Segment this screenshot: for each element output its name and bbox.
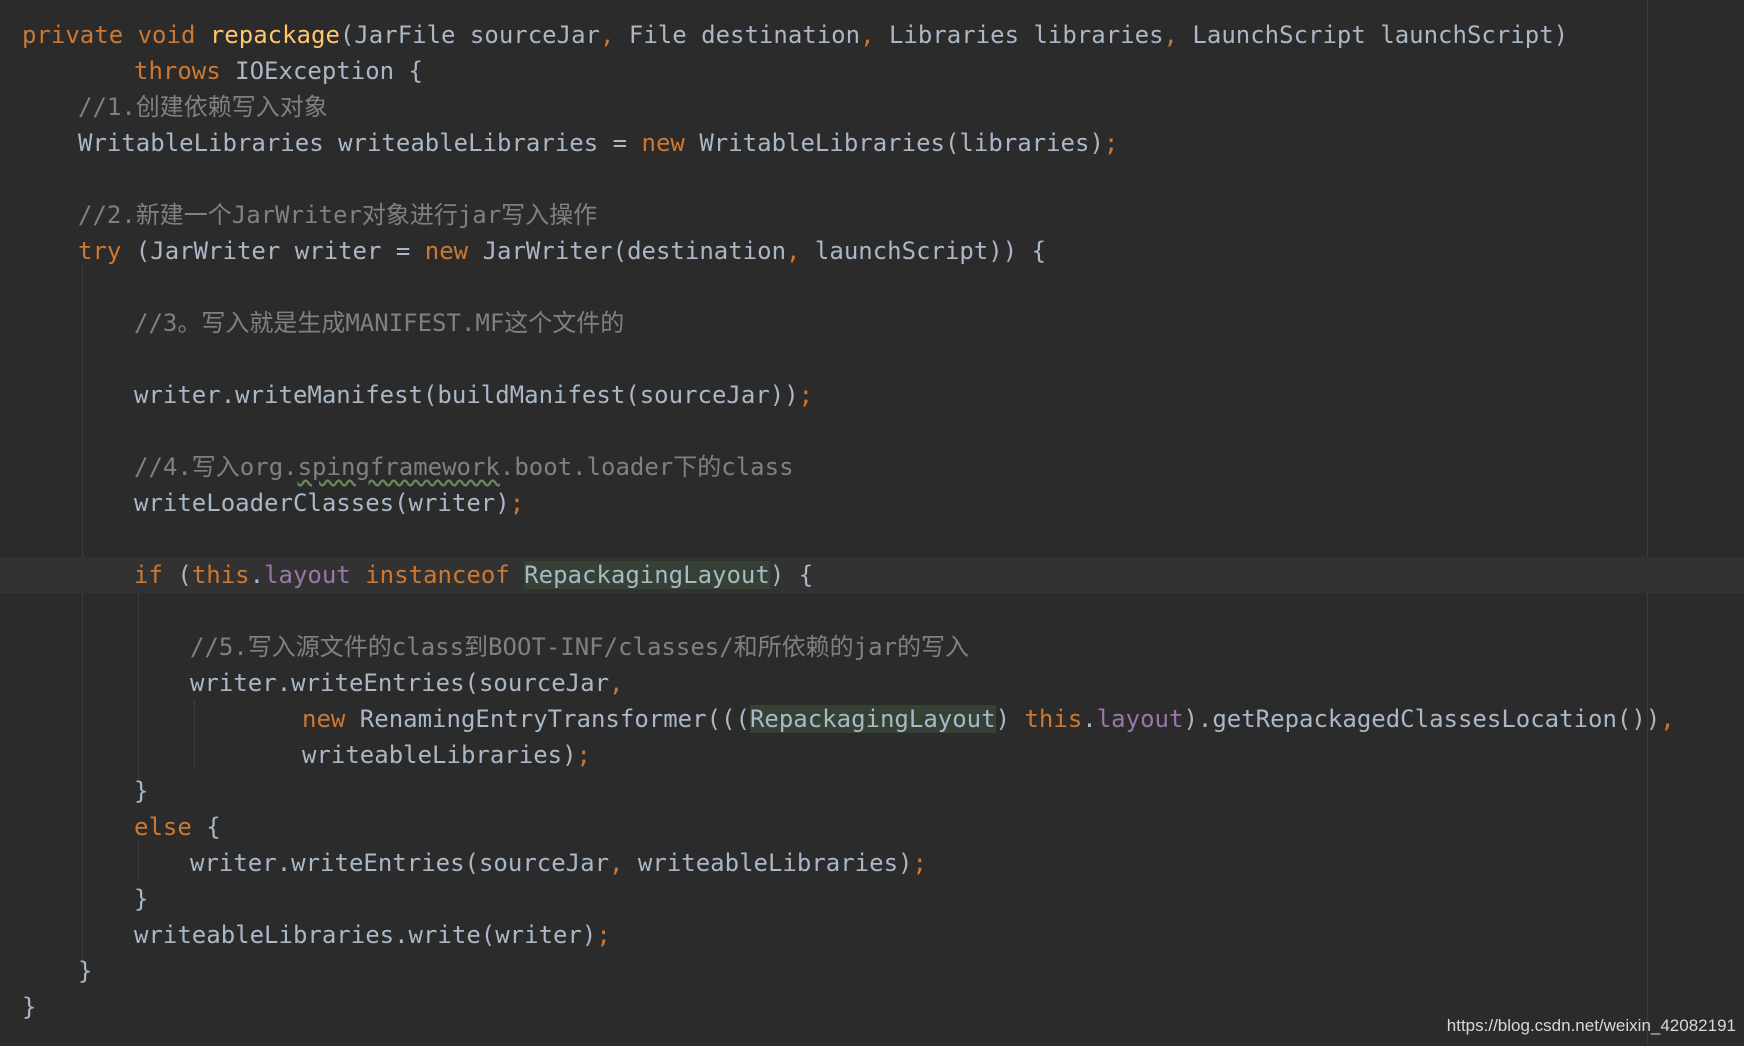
semicolon: ; (912, 849, 927, 877)
code-line-13[interactable]: //4.写入org.spingframework.boot.loader下的cl… (0, 449, 1744, 485)
code-text: ) { (769, 561, 814, 589)
closing-brace: } (22, 993, 37, 1021)
comma: , (860, 21, 875, 49)
code-line-7[interactable]: try (JarWriter writer = new JarWriter(de… (0, 233, 1718, 269)
code-line-14[interactable]: writeLoaderClasses(writer); (0, 485, 1744, 521)
closing-brace: } (134, 885, 149, 913)
keyword: new (302, 705, 360, 733)
code-text: WritableLibraries writeableLibraries = (78, 129, 642, 157)
comma: , (1660, 705, 1675, 733)
watermark-url: https://blog.csdn.net/weixin_42082191 (1446, 1016, 1736, 1035)
code-text: (JarWriter writer = (135, 237, 425, 265)
comma: , (609, 669, 624, 697)
code-editor[interactable]: private void repackage(JarFile sourceJar… (0, 0, 1744, 1046)
code-line-21[interactable]: writeableLibraries); (0, 737, 1744, 773)
typo-highlight[interactable]: spingframework (298, 453, 500, 481)
code-line-22[interactable]: } (0, 773, 1744, 809)
comma: , (1163, 21, 1178, 49)
code-text: writer.writeManifest(buildManifest(sourc… (134, 381, 799, 409)
code-text: JarWriter(destination (482, 237, 787, 265)
code-line-28[interactable]: } (0, 989, 1662, 1025)
method-name[interactable]: repackage (210, 21, 340, 49)
code-line-24[interactable]: writer.writeEntries(sourceJar, writeable… (0, 845, 1744, 881)
code-line-18[interactable]: //5.写入源文件的class到BOOT-INF/classes/和所依赖的ja… (0, 629, 1744, 665)
keyword: new (641, 129, 700, 157)
identifier-highlight[interactable]: RepackagingLayout (749, 705, 996, 733)
code-line-23[interactable]: else { (0, 809, 1744, 845)
keyword: if (134, 561, 178, 589)
code-comment: //2.新建一个JarWriter对象进行jar写入操作 (78, 201, 598, 229)
code-line-2[interactable]: throws IOException { (0, 53, 1744, 89)
code-text: writer.writeEntries(sourceJar (190, 849, 610, 877)
semicolon: ; (576, 741, 591, 769)
code-text: writeableLibraries.write(writer) (134, 921, 597, 949)
code-line-19[interactable]: writer.writeEntries(sourceJar, (0, 665, 1744, 701)
keyword: try (78, 237, 136, 265)
code-line-26[interactable]: writeableLibraries.write(writer); (0, 917, 1744, 953)
code-comment: //4.写入org. (134, 453, 298, 481)
keyword: instanceof (365, 561, 525, 589)
code-text: Libraries libraries (874, 21, 1164, 49)
comma: , (609, 849, 624, 877)
keyword: private void (22, 21, 210, 49)
semicolon: ; (1103, 129, 1119, 157)
code-line-11[interactable]: writer.writeManifest(buildManifest(sourc… (0, 377, 1744, 413)
code-text: writeableLibraries) (623, 849, 913, 877)
comma: , (786, 237, 801, 265)
semicolon: ; (509, 489, 525, 517)
code-line-4[interactable]: WritableLibraries writeableLibraries = n… (0, 125, 1718, 161)
identifier-highlight[interactable]: RepackagingLayout (524, 561, 770, 589)
field-reference[interactable]: layout (1097, 705, 1184, 733)
semicolon: ; (596, 921, 611, 949)
code-text: WritableLibraries(libraries) (699, 129, 1104, 157)
code-text: launchScript)) { (800, 237, 1047, 265)
code-text: writeableLibraries) (302, 741, 577, 769)
code-line-25[interactable]: } (0, 881, 1744, 917)
code-comment: //1.创建依赖写入对象 (78, 93, 328, 121)
code-comment: //3。写入就是生成MANIFEST.MF这个文件的 (134, 309, 625, 337)
keyword: this (191, 561, 250, 589)
code-text: (JarFile sourceJar (339, 21, 600, 49)
semicolon: ; (798, 381, 814, 409)
code-line-3[interactable]: //1.创建依赖写入对象 (0, 89, 1718, 125)
code-comment: //5.写入源文件的class到BOOT-INF/classes/和所依赖的ja… (190, 633, 970, 661)
comma: , (599, 21, 615, 49)
code-line-16-current[interactable]: if (this.layout instanceof RepackagingLa… (0, 557, 1744, 593)
field-reference[interactable]: layout (264, 561, 351, 589)
code-text: RenamingEntryTransformer((( (359, 705, 750, 733)
closing-brace: } (134, 777, 149, 805)
code-comment: .boot.loader下的class (499, 453, 794, 481)
code-text: . (249, 561, 265, 589)
code-line-20[interactable]: new RenamingEntryTransformer(((Repackagi… (0, 701, 1744, 737)
code-text: . (1082, 705, 1097, 733)
code-line-9[interactable]: //3。写入就是生成MANIFEST.MF这个文件的 (0, 305, 1744, 341)
code-text: writer.writeEntries(sourceJar (190, 669, 610, 697)
code-line-1[interactable]: private void repackage(JarFile sourceJar… (0, 17, 1662, 53)
code-text: File destination (614, 21, 861, 49)
keyword: new (424, 237, 483, 265)
code-line-27[interactable]: } (0, 953, 1718, 989)
code-text: ) (995, 705, 1025, 733)
keyword: this (1024, 705, 1083, 733)
keyword: else (134, 813, 207, 841)
keyword: throws (134, 57, 236, 85)
code-text: LaunchScript launchScript) (1177, 21, 1569, 49)
code-text: writeLoaderClasses(writer) (134, 489, 510, 517)
code-line-6[interactable]: //2.新建一个JarWriter对象进行jar写入操作 (0, 197, 1718, 233)
code-text: ).getRepackagedClassesLocation()) (1183, 705, 1661, 733)
code-text: ( (177, 561, 192, 589)
code-text: IOException { (235, 57, 423, 85)
closing-brace: } (78, 957, 93, 985)
code-text: { (206, 813, 221, 841)
